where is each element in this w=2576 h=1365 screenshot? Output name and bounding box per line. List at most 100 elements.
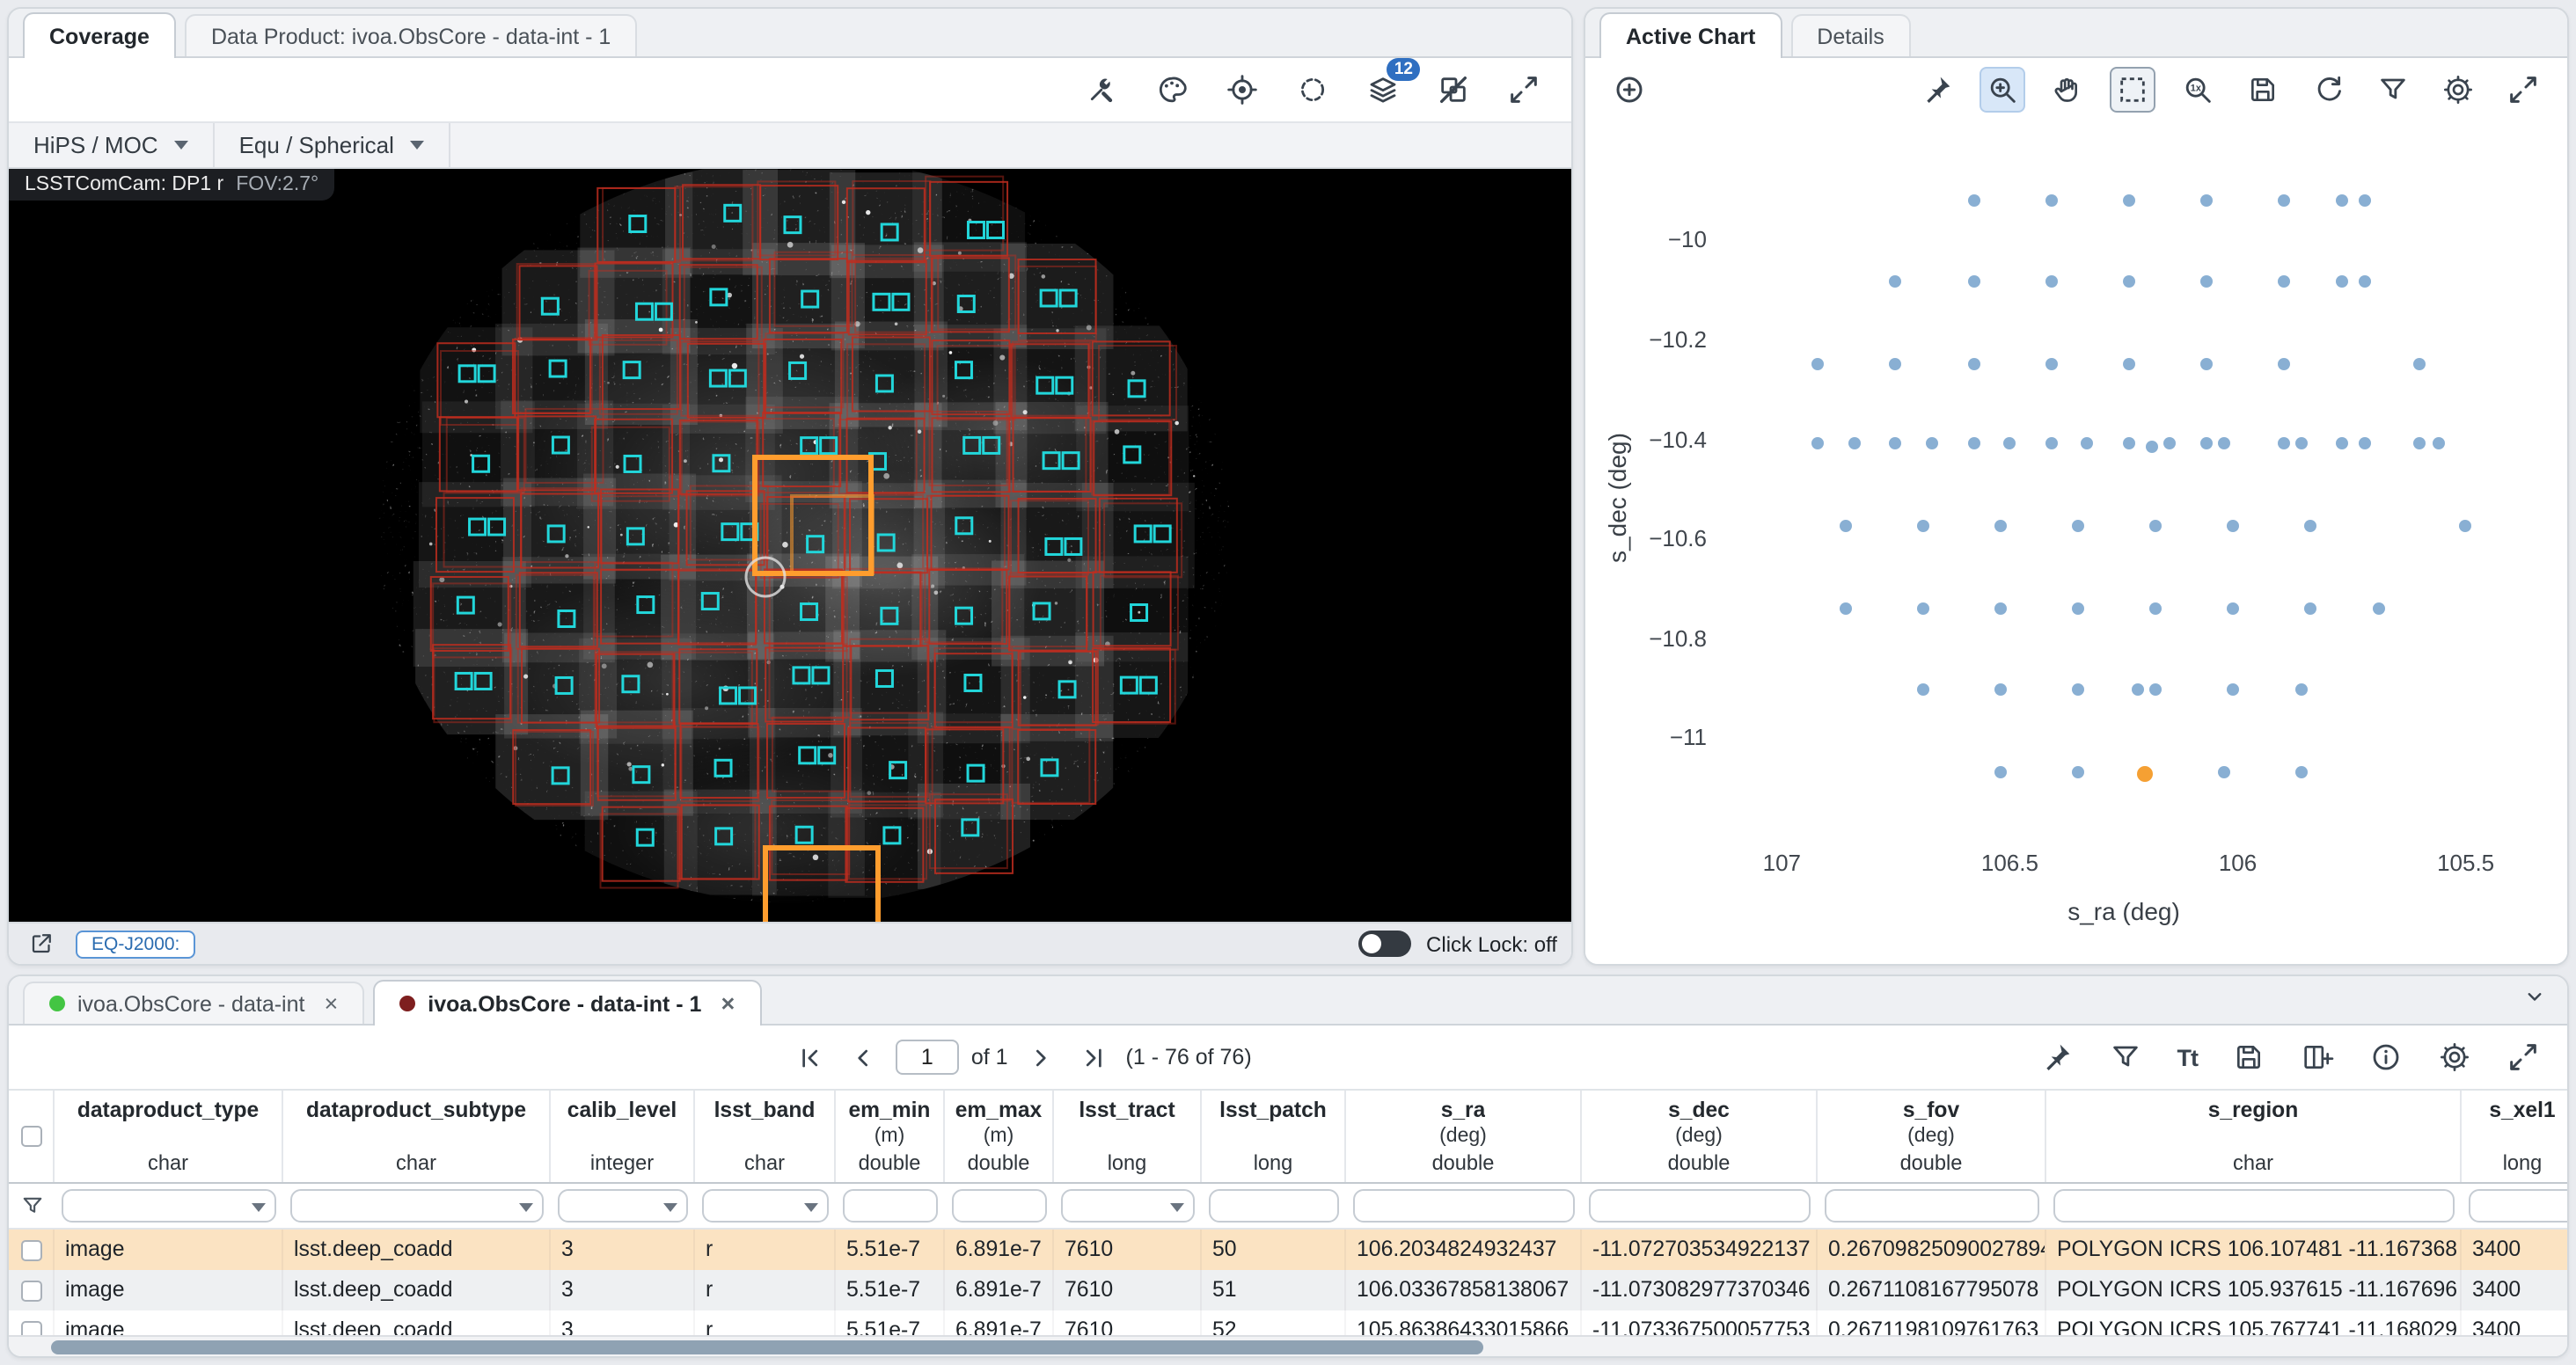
scatter-point[interactable] — [1812, 438, 1825, 450]
scatter-point[interactable] — [2295, 766, 2308, 778]
save-chart-icon[interactable] — [2240, 67, 2286, 113]
scatter-point[interactable] — [2003, 438, 2016, 450]
scatter-point[interactable] — [2360, 438, 2372, 450]
scatter-point[interactable] — [2460, 520, 2472, 532]
column-filter-em_min[interactable] — [843, 1189, 938, 1223]
chart-settings-icon[interactable] — [2435, 67, 2481, 113]
scatter-point[interactable] — [1994, 684, 2007, 697]
column-header-lsst_patch[interactable]: lsst_patchlong — [1202, 1091, 1346, 1182]
scatter-point[interactable] — [2304, 520, 2316, 532]
column-filter-lsst_band[interactable] — [702, 1189, 829, 1223]
scatter-point[interactable] — [2295, 684, 2308, 697]
scatter-point[interactable] — [2227, 520, 2239, 532]
scatter-point[interactable] — [2227, 684, 2239, 697]
scatter-point[interactable] — [2414, 438, 2426, 450]
pin-table-icon[interactable] — [2035, 1034, 2081, 1080]
row-checkbox[interactable] — [20, 1239, 41, 1260]
scatter-point[interactable] — [1848, 438, 1861, 450]
column-header-em_max[interactable]: em_max(m)double — [945, 1091, 1054, 1182]
scatter-point[interactable] — [1967, 438, 1980, 450]
scatter-point[interactable] — [1890, 358, 1902, 370]
column-filter-s_region[interactable] — [2053, 1189, 2455, 1223]
tab-table-data-int[interactable]: ivoa.ObsCore - data-int × — [23, 982, 364, 1024]
scatter-point[interactable] — [2045, 193, 2057, 206]
filter-chart-icon[interactable] — [2370, 67, 2416, 113]
column-header-lsst_band[interactable]: lsst_bandchar — [695, 1091, 836, 1182]
scrollbar-thumb[interactable] — [51, 1340, 1483, 1354]
projection-dropdown[interactable]: Equ / Spherical — [215, 123, 450, 167]
scatter-chart[interactable]: s_dec (deg) s_ra (deg) 107106.5106105.5−… — [1585, 121, 2567, 964]
column-filter-s_xel1[interactable] — [2469, 1189, 2569, 1223]
filter-table-icon[interactable] — [2104, 1034, 2149, 1080]
scatter-point[interactable] — [1890, 276, 1902, 288]
table-row[interactable]: imagelsst.deep_coadd3r5.51e-76.891e-7761… — [9, 1310, 2567, 1335]
scatter-point[interactable] — [1840, 602, 1852, 615]
scatter-point[interactable] — [2163, 438, 2176, 450]
scatter-point[interactable] — [2122, 358, 2134, 370]
click-lock-toggle[interactable] — [1358, 931, 1410, 957]
scatter-point[interactable] — [2277, 438, 2289, 450]
scatter-point[interactable] — [2199, 438, 2212, 450]
column-filter-s_fov[interactable] — [1825, 1189, 2039, 1223]
scatter-point[interactable] — [2082, 438, 2094, 450]
selected-scatter-point[interactable] — [2137, 766, 2153, 782]
column-header-dataproduct_subtype[interactable]: dataproduct_subtypechar — [283, 1091, 551, 1182]
select-all-checkbox[interactable] — [20, 1126, 41, 1147]
column-filter-calib_level[interactable] — [558, 1189, 688, 1223]
recenter-icon[interactable] — [1219, 67, 1265, 113]
column-header-lsst_tract[interactable]: lsst_tractlong — [1054, 1091, 1202, 1182]
table-settings-icon[interactable] — [2432, 1034, 2477, 1080]
add-column-icon[interactable] — [2294, 1034, 2340, 1080]
scatter-point[interactable] — [2337, 193, 2349, 206]
next-page-button[interactable] — [1021, 1037, 1061, 1077]
open-new-icon[interactable] — [23, 925, 60, 962]
overlays-off-icon[interactable] — [1431, 67, 1476, 113]
column-filter-lsst_tract[interactable] — [1061, 1189, 1195, 1223]
scatter-point[interactable] — [2373, 602, 2385, 615]
table-row[interactable]: imagelsst.deep_coadd3r5.51e-76.891e-7761… — [9, 1270, 2567, 1310]
hips-moc-dropdown[interactable]: HiPS / MOC — [9, 123, 215, 167]
box-select-icon[interactable] — [2110, 67, 2155, 113]
save-table-icon[interactable] — [2226, 1034, 2272, 1080]
pan-icon[interactable] — [2045, 67, 2090, 113]
scatter-point[interactable] — [1840, 520, 1852, 532]
chevron-down-icon[interactable] — [2516, 978, 2553, 1015]
scatter-point[interactable] — [2122, 276, 2134, 288]
scatter-point[interactable] — [2149, 684, 2162, 697]
first-page-button[interactable] — [790, 1037, 831, 1077]
restore-chart-icon[interactable] — [2305, 67, 2351, 113]
scatter-point[interactable] — [2218, 438, 2230, 450]
page-number-input[interactable] — [896, 1040, 959, 1075]
scatter-point[interactable] — [2149, 602, 2162, 615]
pin-chart-icon[interactable] — [1914, 67, 1960, 113]
row-checkbox[interactable] — [20, 1280, 41, 1301]
scatter-point[interactable] — [1994, 520, 2007, 532]
column-header-s_xel1[interactable]: s_xel1long — [2462, 1091, 2569, 1182]
scatter-point[interactable] — [1917, 684, 1929, 697]
scatter-point[interactable] — [2132, 684, 2144, 697]
scatter-point[interactable] — [2045, 276, 2057, 288]
scatter-point[interactable] — [2433, 438, 2445, 450]
column-header-s_ra[interactable]: s_ra(deg)double — [1346, 1091, 1582, 1182]
scatter-point[interactable] — [2414, 358, 2426, 370]
scatter-point[interactable] — [2295, 438, 2308, 450]
scatter-point[interactable] — [2360, 276, 2372, 288]
horizontal-scrollbar[interactable] — [9, 1335, 2567, 1356]
scatter-point[interactable] — [1812, 358, 1825, 370]
scatter-point[interactable] — [2337, 438, 2349, 450]
scatter-point[interactable] — [2218, 766, 2230, 778]
column-header-em_min[interactable]: em_min(m)double — [836, 1091, 945, 1182]
column-header-s_fov[interactable]: s_fov(deg)double — [1818, 1091, 2046, 1182]
expand-chart-icon[interactable] — [2500, 67, 2546, 113]
column-header-calib_level[interactable]: calib_levelinteger — [551, 1091, 695, 1182]
scatter-point[interactable] — [2304, 602, 2316, 615]
scatter-point[interactable] — [2122, 438, 2134, 450]
scatter-point[interactable] — [2199, 193, 2212, 206]
scatter-point[interactable] — [2045, 438, 2057, 450]
column-filter-dataproduct_subtype[interactable] — [290, 1189, 544, 1223]
tab-coverage[interactable]: Coverage — [23, 12, 176, 58]
column-header-s_dec[interactable]: s_dec(deg)double — [1582, 1091, 1818, 1182]
tab-details[interactable]: Details — [1790, 14, 1910, 56]
row-checkbox[interactable] — [20, 1320, 41, 1335]
scatter-point[interactable] — [2360, 193, 2372, 206]
